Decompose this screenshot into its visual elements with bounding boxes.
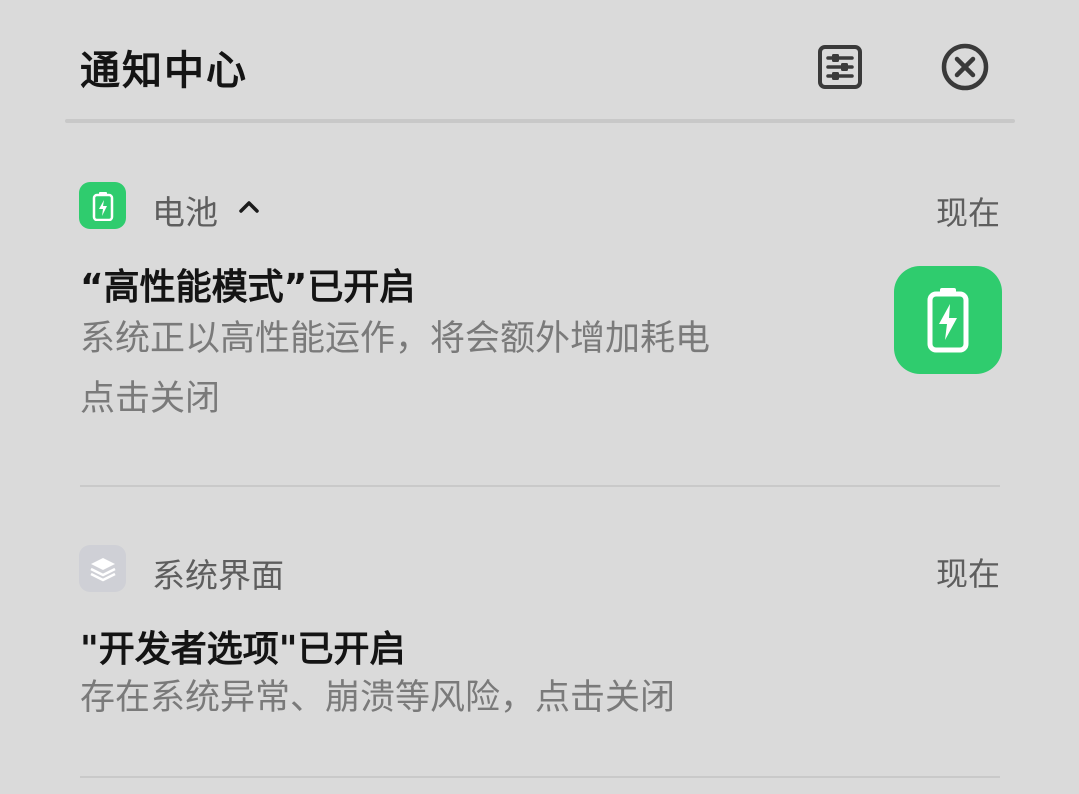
app-name: 系统界面 <box>152 556 284 595</box>
notification-title: “高性能模式”已开启 <box>80 267 416 308</box>
notification-body-action: 点击关闭 <box>80 379 221 419</box>
expand-toggle[interactable] <box>234 192 264 222</box>
notification-center-header: 通知中心 <box>0 0 1079 125</box>
chevron-up-icon <box>239 201 259 213</box>
notification-settings-button[interactable] <box>815 42 865 92</box>
notification-card-system-ui[interactable]: 系统界面 现在 "开发者选项"已开启 存在系统异常、崩溃等风险，点击关闭 <box>0 535 1079 785</box>
notification-time: 现在 <box>935 194 1000 232</box>
notification-settings-icon <box>818 45 862 89</box>
page-title: 通知中心 <box>80 48 248 94</box>
battery-large-icon <box>894 266 1002 374</box>
battery-app-icon <box>79 182 126 229</box>
system-ui-app-icon <box>79 545 126 592</box>
notification-body: 存在系统异常、崩溃等风险，点击关闭 <box>80 678 676 718</box>
notification-body: 系统正以高性能运作，将会额外增加耗电 <box>80 319 711 359</box>
layers-icon <box>89 557 116 581</box>
battery-icon <box>92 191 113 221</box>
notification-card-battery[interactable]: 电池 现在 “高性能模式”已开启 系统正以高性能运作，将会额外增加耗电 点击关闭 <box>0 170 1079 490</box>
notification-divider <box>80 485 1000 487</box>
app-name: 电池 <box>152 193 218 232</box>
header-divider <box>65 119 1015 123</box>
notification-divider <box>80 776 1000 778</box>
battery-charging-icon <box>927 288 969 353</box>
notification-time: 现在 <box>935 555 1000 593</box>
close-all-button[interactable] <box>940 42 990 92</box>
close-all-icon <box>941 43 989 91</box>
